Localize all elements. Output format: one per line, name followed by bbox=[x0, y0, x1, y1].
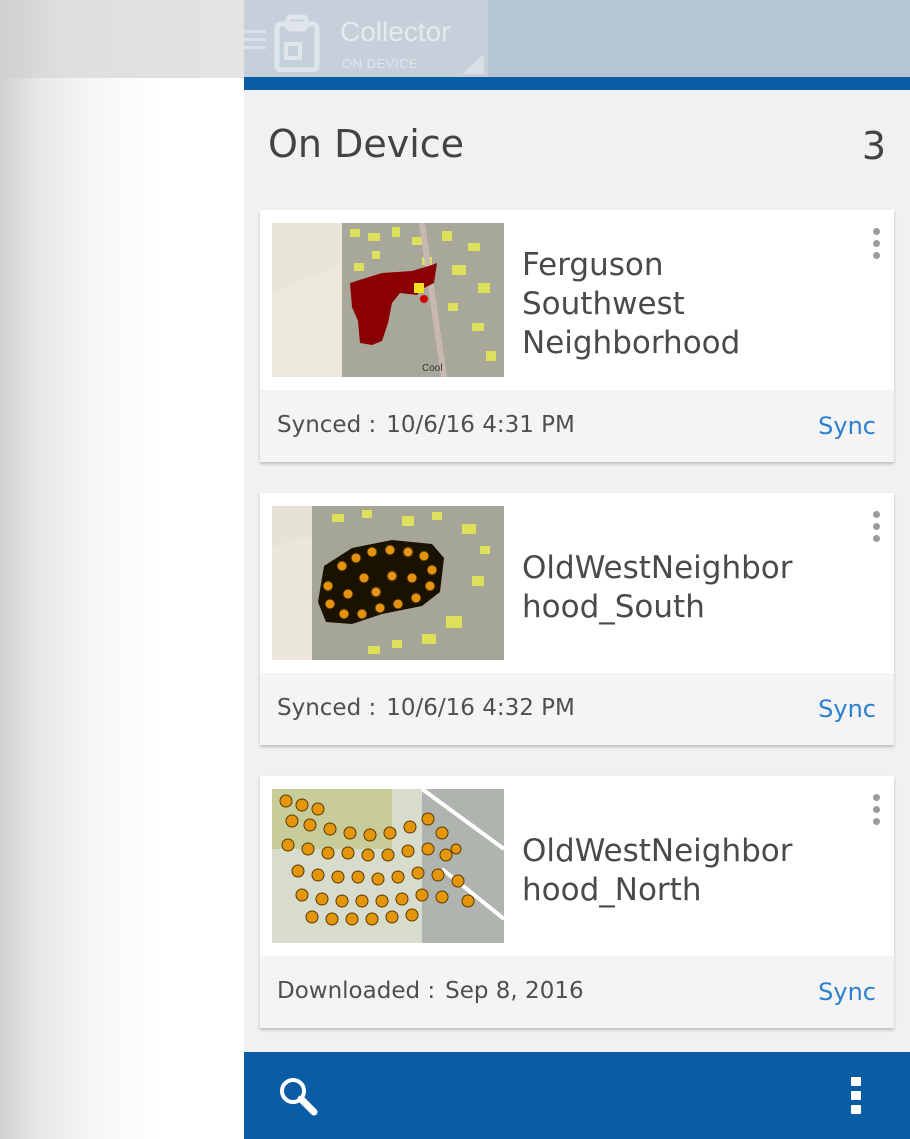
app-subtitle: ON DEVICE bbox=[342, 56, 419, 71]
overflow-menu-icon[interactable] bbox=[850, 1077, 862, 1117]
map-card-ferguson[interactable]: Cool Ferguson Southwest Neighborhood Syn… bbox=[260, 210, 894, 462]
map-card-title-line: OldWestNeighbor bbox=[522, 550, 793, 586]
status-value: Sep 8, 2016 bbox=[445, 978, 584, 1004]
map-thumbnail: Cool bbox=[272, 223, 504, 377]
hamburger-menu-icon[interactable] bbox=[244, 30, 266, 54]
map-card-title: OldWestNeighbor hood_North bbox=[522, 832, 842, 910]
map-card-title-line: Southwest bbox=[522, 286, 685, 322]
map-card-oldwest-north[interactable]: OldWestNeighbor hood_North Downloaded : S… bbox=[260, 776, 894, 1028]
map-card-status: Downloaded : Sep 8, 2016 bbox=[277, 978, 584, 1004]
app-bar-overlay-inner bbox=[488, 0, 910, 77]
dropdown-triangle-icon[interactable] bbox=[462, 54, 484, 74]
map-thumbnail-label: Cool bbox=[422, 363, 443, 374]
map-card-title-line: hood_North bbox=[522, 872, 702, 908]
map-card-title: OldWestNeighbor hood_South bbox=[522, 549, 842, 627]
map-card-title: Ferguson Southwest Neighborhood bbox=[522, 246, 842, 363]
map-card-footer: Synced : 10/6/16 4:32 PM Sync bbox=[260, 673, 894, 745]
map-card-status: Synced : 10/6/16 4:32 PM bbox=[277, 695, 575, 721]
vertical-dots-icon[interactable] bbox=[870, 511, 882, 551]
section-count: 3 bbox=[861, 124, 886, 168]
search-icon[interactable] bbox=[276, 1074, 322, 1120]
map-card-status: Synced : 10/6/16 4:31 PM bbox=[277, 412, 575, 438]
section-header: On Device 3 bbox=[244, 118, 910, 178]
sync-button[interactable]: Sync bbox=[818, 695, 876, 723]
app-title: Collector bbox=[340, 16, 451, 47]
clipboard-icon bbox=[274, 14, 320, 73]
map-card-footer: Synced : 10/6/16 4:31 PM Sync bbox=[260, 390, 894, 462]
status-label: Synced : bbox=[277, 412, 377, 438]
map-card-title-line: Neighborhood bbox=[522, 325, 741, 361]
status-label: Synced : bbox=[277, 695, 377, 721]
map-card-title-line: Ferguson bbox=[522, 247, 664, 283]
map-card-title-line: OldWestNeighbor bbox=[522, 833, 793, 869]
map-thumbnail bbox=[272, 789, 504, 943]
bottom-action-bar bbox=[244, 1052, 910, 1139]
status-value: 10/6/16 4:31 PM bbox=[386, 412, 575, 438]
map-card-title-line: hood_South bbox=[522, 589, 705, 625]
map-card-footer: Downloaded : Sep 8, 2016 Sync bbox=[260, 956, 894, 1028]
vertical-dots-icon[interactable] bbox=[870, 794, 882, 834]
left-blur-margin-top bbox=[0, 0, 244, 78]
app-screen: Collector ON DEVICE On Device 3 Cool Fer… bbox=[244, 0, 910, 1139]
sync-button[interactable]: Sync bbox=[818, 412, 876, 440]
sync-button[interactable]: Sync bbox=[818, 978, 876, 1006]
map-card-oldwest-south[interactable]: OldWestNeighbor hood_South Synced : 10/6/… bbox=[260, 493, 894, 745]
section-title: On Device bbox=[268, 122, 465, 166]
vertical-dots-icon[interactable] bbox=[870, 228, 882, 268]
status-value: 10/6/16 4:32 PM bbox=[386, 695, 575, 721]
status-label: Downloaded : bbox=[277, 978, 436, 1004]
map-thumbnail bbox=[272, 506, 504, 660]
left-blur-margin bbox=[0, 0, 244, 1139]
